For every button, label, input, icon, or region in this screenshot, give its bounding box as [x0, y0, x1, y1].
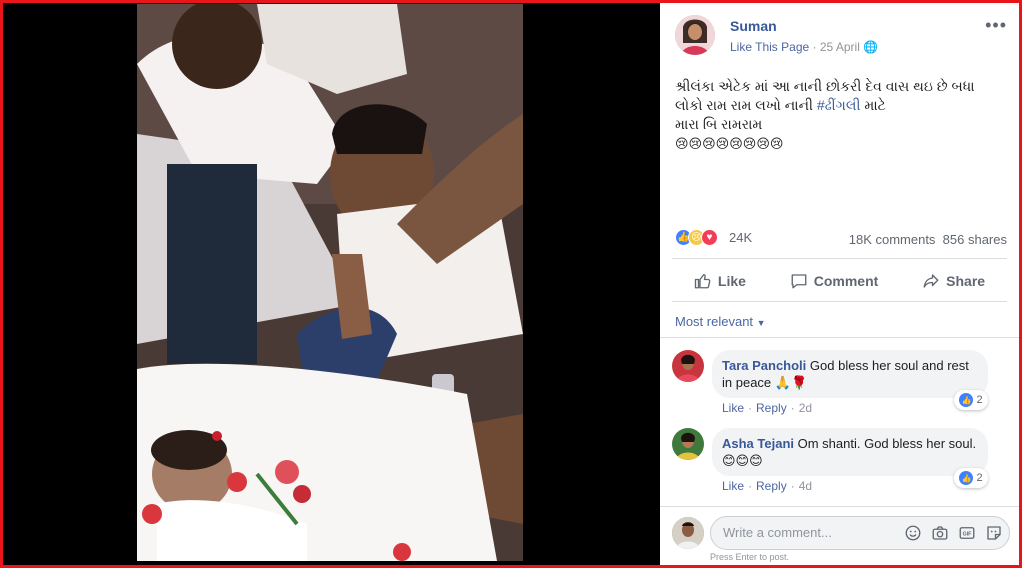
composer-tools: GIF: [904, 524, 1003, 542]
separator: ·: [790, 479, 795, 493]
like-button[interactable]: Like: [694, 272, 746, 290]
post-viewer: Suman Like This Page · 25 April 🌐 ••• શ્…: [3, 3, 1019, 565]
sort-comments-dropdown[interactable]: Most relevant ▼: [675, 314, 766, 329]
comment-actions: Like · Reply · 2d: [722, 401, 812, 415]
comment-button[interactable]: Comment: [790, 272, 879, 290]
commenter-name[interactable]: Tara Pancholi: [722, 358, 806, 373]
comment-reaction-count: 2: [976, 394, 983, 406]
comment-button-label: Comment: [813, 273, 879, 289]
reaction-count[interactable]: 24K: [729, 230, 752, 245]
camera-icon[interactable]: [931, 524, 949, 542]
comment-actions: Like · Reply · 4d: [722, 479, 812, 493]
post-text-line-2-start: લોકો રામ રામ લખો નાની: [675, 97, 817, 113]
comment-like-link[interactable]: Like: [722, 401, 744, 415]
more-dots-icon[interactable]: •••: [985, 15, 1007, 36]
comments-count[interactable]: 18K comments: [849, 232, 936, 247]
photo-illustration: [137, 4, 523, 561]
svg-text:GIF: GIF: [963, 532, 973, 538]
separator: ·: [790, 401, 795, 415]
commenter-avatar[interactable]: [672, 350, 704, 382]
separator: ·: [748, 479, 753, 493]
sticker-icon[interactable]: [985, 524, 1003, 542]
post-emoji-line: 😢😢😢😢😢😢😢😢: [675, 136, 784, 151]
reactions-summary: 👍 😢 ♥ 24K 18K comments 856 shares: [675, 229, 1007, 249]
comment-reactions[interactable]: 👍 2: [954, 468, 988, 488]
divider: [672, 258, 1007, 259]
comment-reply-link[interactable]: Reply: [756, 401, 787, 415]
like-button-label: Like: [717, 273, 746, 289]
post-photo[interactable]: [137, 4, 523, 561]
separator: ·: [748, 401, 753, 415]
sort-label: Most relevant: [675, 314, 754, 329]
shares-count[interactable]: 856 shares: [943, 232, 1007, 247]
comment-icon: [791, 274, 807, 289]
engagement-counts: 18K comments 856 shares: [849, 232, 1007, 247]
composer-hint: Press Enter to post.: [710, 552, 790, 562]
current-user-avatar[interactable]: [672, 517, 704, 549]
comment-bubble: Tara Pancholi God bless her soul and res…: [712, 350, 988, 398]
like-reaction-icon: 👍: [959, 471, 974, 485]
gif-icon[interactable]: GIF: [958, 524, 976, 542]
post-meta: Like This Page · 25 April 🌐: [730, 40, 878, 54]
chevron-down-icon: ▼: [756, 318, 766, 328]
thumbs-up-icon: [694, 273, 711, 289]
comment-bubble: Asha Tejani Om shanti. God bless her sou…: [712, 428, 988, 476]
post-actions: Like Comment Share: [672, 266, 1007, 296]
love-reaction-icon: ♥: [701, 229, 718, 246]
hashtag-link[interactable]: #ઢીંગલી: [817, 97, 861, 113]
comment-age[interactable]: 4d: [799, 479, 812, 493]
comment-age[interactable]: 2d: [799, 401, 812, 415]
post-date[interactable]: 25 April: [820, 40, 860, 54]
globe-icon: 🌐: [863, 40, 879, 54]
post-header: Suman Like This Page · 25 April 🌐 •••: [675, 15, 1009, 59]
comment-reaction-count: 2: [976, 472, 983, 484]
post-sidebar: Suman Like This Page · 25 April 🌐 ••• શ્…: [660, 3, 1019, 565]
divider: [672, 301, 1007, 302]
post-text-line-2-end: માટે: [860, 97, 886, 113]
share-button-label: Share: [946, 273, 986, 289]
comment-composer: Write a comment... GIF Press Enter to po…: [660, 506, 1019, 565]
post-text-line-1: શ્રીલંકા એટેક માં આ નાની છોકરી દેવ વાસ થ…: [675, 78, 975, 94]
author-name[interactable]: Suman: [730, 18, 777, 34]
meta-separator: ·: [812, 40, 820, 54]
post-text-line-2: લોકો રામ રામ લખો નાની #ઢીંગલી માટે: [675, 96, 1001, 115]
like-reaction-icon: 👍: [959, 393, 974, 407]
commenter-name[interactable]: Asha Tejani: [722, 436, 794, 451]
post-text-line-3: મારા બિ રામરામ: [675, 116, 763, 132]
photo-area: [3, 3, 660, 565]
reaction-icons[interactable]: 👍 😢 ♥: [675, 229, 718, 246]
share-icon: [923, 274, 939, 288]
comment-reactions[interactable]: 👍 2: [954, 390, 988, 410]
like-page-link[interactable]: Like This Page: [730, 40, 809, 54]
emoji-icon[interactable]: [904, 524, 922, 542]
post-text: શ્રીલંકા એટેક માં આ નાની છોકરી દેવ વાસ થ…: [675, 77, 1001, 153]
commenter-avatar[interactable]: [672, 428, 704, 460]
comment-reply-link[interactable]: Reply: [756, 479, 787, 493]
author-avatar[interactable]: [675, 15, 715, 55]
share-button[interactable]: Share: [922, 272, 985, 290]
comment-like-link[interactable]: Like: [722, 479, 744, 493]
